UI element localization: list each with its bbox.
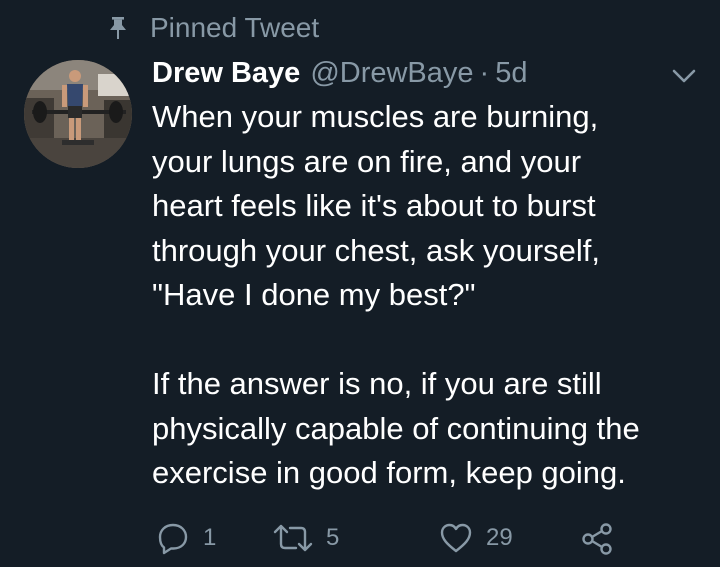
share-icon xyxy=(582,523,612,555)
retweet-button[interactable]: 5 xyxy=(272,518,339,558)
pin-icon xyxy=(110,17,126,39)
pinned-indicator: Pinned Tweet xyxy=(108,10,319,46)
reply-count: 1 xyxy=(203,524,217,551)
reply-button[interactable]: 1 xyxy=(155,518,216,558)
tweet-actions: 1 5 29 xyxy=(155,518,635,558)
like-count: 29 xyxy=(486,524,513,551)
avatar-photo xyxy=(24,60,132,168)
retweet-count: 5 xyxy=(326,524,340,551)
author-handle[interactable]: @DrewBaye xyxy=(310,57,473,90)
chevron-down-icon[interactable] xyxy=(668,64,700,88)
avatar[interactable] xyxy=(24,60,132,168)
separator: · xyxy=(479,56,490,89)
pinned-label: Pinned Tweet xyxy=(150,12,320,43)
retweet-icon xyxy=(273,524,313,552)
like-button[interactable]: 29 xyxy=(438,518,513,558)
reply-icon xyxy=(158,523,188,555)
tweet-text: When your muscles are burning, your lung… xyxy=(152,99,640,490)
tweet-timestamp[interactable]: 5d xyxy=(495,57,527,90)
tweet-header: Drew Baye @DrewBaye · 5d xyxy=(152,52,527,94)
author-name[interactable]: Drew Baye xyxy=(152,57,300,90)
heart-icon xyxy=(440,523,472,553)
share-button[interactable] xyxy=(579,518,615,558)
